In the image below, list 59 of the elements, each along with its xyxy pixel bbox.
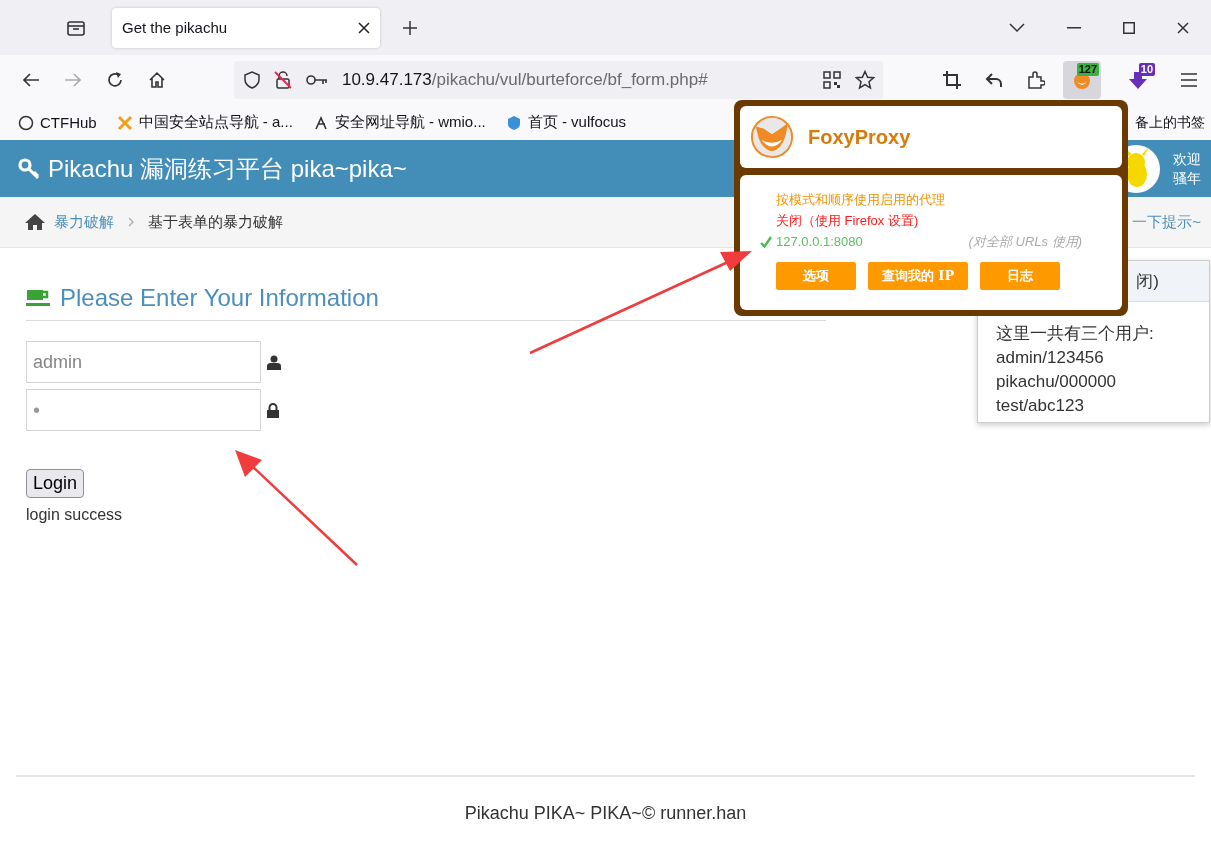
bookmark-folder[interactable]: 备上的书签 [1135, 113, 1205, 132]
greeting-text: 骚年 [1173, 168, 1201, 188]
star-icon[interactable] [855, 70, 876, 90]
address-bar[interactable]: 10.9.47.173/pikachu/vul/burteforce/bf_form.php# [233, 61, 884, 99]
proxy-note: (对全部 URLs 使用) [968, 233, 1082, 251]
minimize-icon[interactable] [1067, 26, 1081, 29]
bookmark[interactable]: 首页 - vulfocus [505, 113, 627, 132]
tab-title: Get the pikachu [122, 19, 228, 36]
close-window-icon[interactable] [1177, 21, 1189, 34]
browser-tab[interactable]: Get the pikachu [112, 7, 380, 48]
crop-icon[interactable] [943, 71, 962, 89]
key-icon [18, 157, 40, 180]
bookmark[interactable]: 中国安全站点导航 - a... [116, 113, 293, 132]
undo-icon[interactable] [985, 72, 1004, 88]
insecure-lock-icon[interactable] [273, 71, 292, 89]
url-text: 10.9.47.173/pikachu/vul/burteforce/bf_form.php# [341, 70, 708, 90]
bookmark-icon [505, 114, 522, 131]
menu-icon[interactable] [1181, 73, 1198, 87]
greeting-text: 欢迎 [1173, 149, 1201, 169]
home-icon[interactable] [147, 71, 166, 89]
bookmark-icon [312, 114, 329, 131]
back-icon[interactable] [22, 72, 40, 88]
chevron-icon [128, 217, 134, 227]
qr-code-icon[interactable] [823, 71, 842, 89]
fox-logo-icon [750, 115, 794, 159]
fox-extension-button[interactable]: 127 [1063, 61, 1102, 99]
hint-line: admin/123456 [996, 347, 1105, 369]
bookmark[interactable]: CTFHub [18, 114, 97, 131]
home-icon [24, 213, 46, 231]
hint-line: test/abc123 [996, 395, 1085, 417]
key-icon[interactable] [305, 74, 328, 86]
extension-button[interactable]: 10 [1119, 61, 1158, 99]
shield-icon[interactable] [243, 71, 260, 89]
bookmark-icon [116, 114, 133, 131]
footer-text: Pikachu PIKA~ PIKA~© runner.han [16, 775, 1195, 849]
form-heading: Please Enter Your Information [60, 284, 379, 312]
badge: 127 [1076, 63, 1100, 76]
login-button[interactable]: Login [26, 469, 85, 498]
user-icon [267, 354, 281, 370]
username-field[interactable]: admin [26, 341, 261, 383]
lock-icon [267, 402, 279, 418]
bookmark-icon [18, 114, 34, 131]
close-icon[interactable] [358, 21, 370, 34]
chevron-down-icon[interactable] [1009, 22, 1025, 33]
popup-title: FoxyProxy [808, 125, 911, 149]
status-message: login success [26, 506, 124, 524]
reload-icon[interactable] [105, 71, 124, 89]
hint-link[interactable]: 一下提示~ [1132, 212, 1201, 232]
proxy-mode-option[interactable]: 关闭（使用 Firefox 设置) [776, 210, 1086, 231]
puzzle-icon[interactable] [1027, 71, 1046, 89]
hint-line: pikachu/000000 [996, 371, 1118, 393]
site-title: Pikachu 漏洞练习平台 pika~pika~ [48, 153, 407, 184]
new-tab-icon[interactable] [402, 19, 418, 36]
badge: 10 [1138, 63, 1156, 76]
hint-line: 这里一共有三个用户: [996, 323, 1155, 345]
maximize-icon[interactable] [1123, 21, 1135, 34]
cup-icon [26, 288, 50, 308]
breadcrumb-text: 基于表单的暴力破解 [148, 212, 283, 232]
bookmark[interactable]: 安全网址导航 - wmio... [312, 113, 486, 132]
